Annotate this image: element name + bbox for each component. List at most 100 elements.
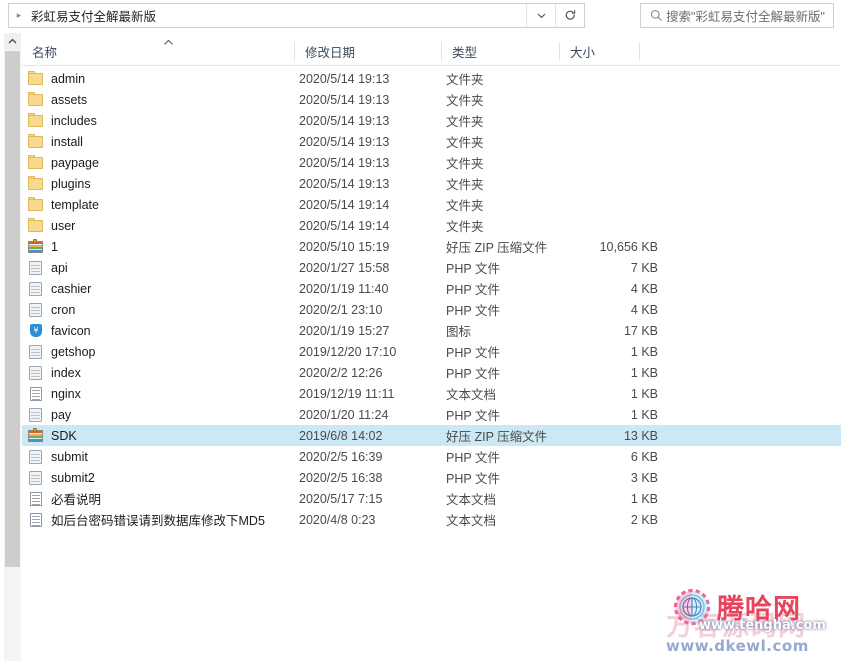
file-row[interactable]: submit2 2020/2/5 16:38 PHP 文件 3 KB xyxy=(22,467,841,488)
file-name-cell[interactable]: api xyxy=(22,259,297,276)
file-size-cell: 7 KB xyxy=(630,260,658,275)
file-date-cell: 2020/1/27 15:58 xyxy=(299,260,390,275)
php-file-icon xyxy=(27,301,45,318)
file-name-label: 1 xyxy=(51,239,58,254)
search-input[interactable]: 搜索"彩虹易支付全解最新版" xyxy=(666,6,825,25)
file-name-cell[interactable]: install xyxy=(22,133,297,150)
folder-icon xyxy=(27,217,45,234)
file-row[interactable]: user 2020/5/14 19:14 文件夹 xyxy=(22,215,841,236)
file-type-cell: 文件夹 xyxy=(446,199,484,213)
file-row[interactable]: ¥ favicon 2020/1/19 15:27 图标 17 KB xyxy=(22,320,841,341)
search-icon xyxy=(647,9,666,22)
column-header-size[interactable]: 大小 xyxy=(560,38,639,65)
file-name-cell[interactable]: SDK xyxy=(22,427,297,444)
file-name-cell[interactable]: index xyxy=(22,364,297,381)
file-name-cell[interactable]: getshop xyxy=(22,343,297,360)
file-date-cell: 2020/5/14 19:13 xyxy=(299,155,390,170)
file-name-cell[interactable]: template xyxy=(22,196,297,213)
file-name-cell[interactable]: plugins xyxy=(22,175,297,192)
file-size-cell: 2 KB xyxy=(630,512,658,527)
file-type-cell: PHP 文件 xyxy=(446,283,500,297)
file-row[interactable]: 必看说明 2020/5/17 7:15 文本文档 1 KB xyxy=(22,488,841,509)
file-size-cell: 6 KB xyxy=(630,449,658,464)
file-date-cell: 2020/5/17 7:15 xyxy=(299,491,383,506)
file-name-cell[interactable]: 如后台密码错误请到数据库修改下MD5 xyxy=(22,510,297,529)
file-name-cell[interactable]: nginx xyxy=(22,385,297,402)
file-size-cell: 4 KB xyxy=(630,302,658,317)
file-name-cell[interactable]: paypage xyxy=(22,154,297,171)
history-dropdown-button[interactable] xyxy=(527,4,555,27)
file-name-label: assets xyxy=(51,92,88,107)
folder-icon xyxy=(27,70,45,87)
file-row[interactable]: nginx 2019/12/19 11:11 文本文档 1 KB xyxy=(22,383,841,404)
file-name-cell[interactable]: cashier xyxy=(22,280,297,297)
file-row[interactable]: 如后台密码错误请到数据库修改下MD5 2020/4/8 0:23 文本文档 2 KB xyxy=(22,509,841,530)
file-name-label: template xyxy=(51,197,99,212)
file-name-cell[interactable]: admin xyxy=(22,70,297,87)
file-row[interactable]: submit 2020/2/5 16:39 PHP 文件 6 KB xyxy=(22,446,841,467)
file-type-cell: 文本文档 xyxy=(446,514,497,528)
file-row[interactable]: install 2020/5/14 19:13 文件夹 xyxy=(22,131,841,152)
php-file-icon xyxy=(27,280,45,297)
file-row[interactable]: api 2020/1/27 15:58 PHP 文件 7 KB xyxy=(22,257,841,278)
file-row[interactable]: admin 2020/5/14 19:13 文件夹 xyxy=(22,68,841,89)
watermark-primary: 腾哈网 www.tengha.com xyxy=(673,588,841,633)
file-row[interactable]: assets 2020/5/14 19:13 文件夹 xyxy=(22,89,841,110)
file-name-cell[interactable]: assets xyxy=(22,91,297,108)
file-size-cell: 1 KB xyxy=(630,386,658,401)
breadcrumb-current-folder[interactable]: 彩虹易支付全解最新版 xyxy=(29,6,526,25)
file-name-cell[interactable]: pay xyxy=(22,406,297,423)
file-date-cell: 2019/12/19 11:11 xyxy=(299,386,395,401)
file-name-label: cashier xyxy=(51,281,92,296)
file-date-cell: 2020/2/5 16:39 xyxy=(299,449,383,464)
file-name-label: install xyxy=(51,134,83,149)
text-file-icon xyxy=(27,385,45,402)
search-box[interactable]: 搜索"彩虹易支付全解最新版" xyxy=(640,3,834,28)
file-row[interactable]: cashier 2020/1/19 11:40 PHP 文件 4 KB xyxy=(22,278,841,299)
file-row[interactable]: 1 2020/5/10 15:19 好压 ZIP 压缩文件 10,656 KB xyxy=(22,236,841,257)
file-type-cell: 文件夹 xyxy=(446,94,484,108)
file-row[interactable]: SDK 2019/6/8 14:02 好压 ZIP 压缩文件 13 KB xyxy=(22,425,841,446)
file-row[interactable]: index 2020/2/2 12:26 PHP 文件 1 KB xyxy=(22,362,841,383)
file-row[interactable]: includes 2020/5/14 19:13 文件夹 xyxy=(22,110,841,131)
file-name-cell[interactable]: user xyxy=(22,217,297,234)
file-type-cell: 文本文档 xyxy=(446,493,497,507)
file-type-cell: 图标 xyxy=(446,325,472,339)
file-row[interactable]: pay 2020/1/20 11:24 PHP 文件 1 KB xyxy=(22,404,841,425)
vertical-scrollbar[interactable] xyxy=(4,33,21,661)
file-row[interactable]: cron 2020/2/1 23:10 PHP 文件 4 KB xyxy=(22,299,841,320)
file-type-cell: PHP 文件 xyxy=(446,346,500,360)
file-name-cell[interactable]: submit xyxy=(22,448,297,465)
file-name-cell[interactable]: 1 xyxy=(22,238,297,255)
file-name-cell[interactable]: submit2 xyxy=(22,469,297,486)
column-header-type[interactable]: 类型 xyxy=(442,38,559,65)
zip-file-icon xyxy=(27,238,45,255)
file-type-cell: 文件夹 xyxy=(446,136,484,150)
file-date-cell: 2020/5/14 19:13 xyxy=(299,113,390,128)
zip-file-icon xyxy=(27,427,45,444)
file-type-cell: 文件夹 xyxy=(446,73,484,87)
file-type-cell: PHP 文件 xyxy=(446,367,500,381)
scrollbar-thumb[interactable] xyxy=(5,51,20,567)
address-bar[interactable]: ▸ 彩虹易支付全解最新版 xyxy=(8,3,585,28)
file-date-cell: 2020/2/2 12:26 xyxy=(299,365,383,380)
refresh-button[interactable] xyxy=(556,4,584,27)
file-type-cell: 文件夹 xyxy=(446,157,484,171)
file-name-cell[interactable]: cron xyxy=(22,301,297,318)
breadcrumb-separator-icon: ▸ xyxy=(16,10,22,20)
file-list[interactable]: admin 2020/5/14 19:13 文件夹 assets 2020/5/14 1… xyxy=(22,68,841,530)
scroll-up-button[interactable] xyxy=(4,33,21,50)
column-divider-4[interactable] xyxy=(639,42,640,61)
file-name-cell[interactable]: includes xyxy=(22,112,297,129)
file-row[interactable]: template 2020/5/14 19:14 文件夹 xyxy=(22,194,841,215)
file-row[interactable]: plugins 2020/5/14 19:13 文件夹 xyxy=(22,173,841,194)
column-header-name[interactable]: 名称 xyxy=(22,38,294,65)
file-name-label: index xyxy=(51,365,81,380)
file-row[interactable]: paypage 2020/5/14 19:13 文件夹 xyxy=(22,152,841,173)
column-header-date[interactable]: 修改日期 xyxy=(295,38,441,65)
file-row[interactable]: getshop 2019/12/20 17:10 PHP 文件 1 KB xyxy=(22,341,841,362)
file-name-cell[interactable]: 必看说明 xyxy=(22,489,297,508)
file-date-cell: 2020/1/20 11:24 xyxy=(299,407,389,422)
explorer-toolbar: ▸ 彩虹易支付全解最新版 搜索"彩虹易支付全解最新版" xyxy=(0,0,841,31)
file-name-cell[interactable]: ¥ favicon xyxy=(22,322,297,339)
